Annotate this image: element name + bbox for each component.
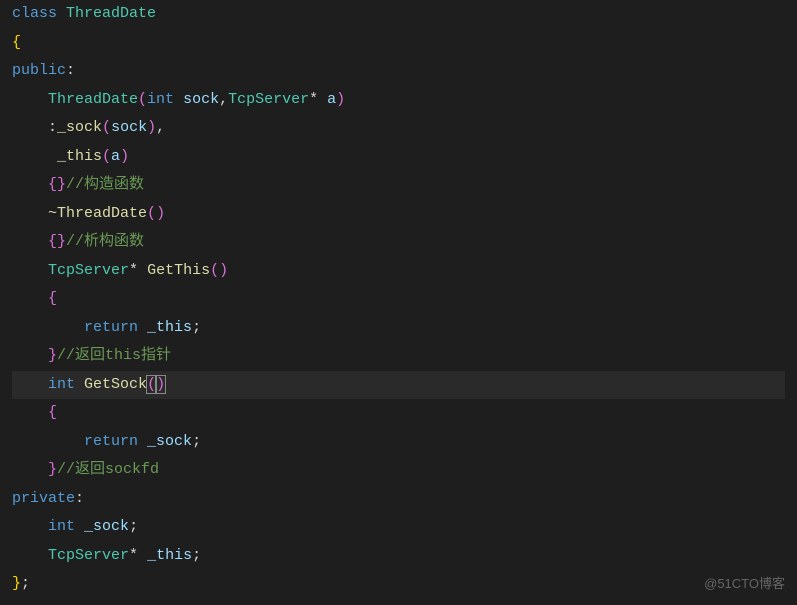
pointer-star: *	[309, 91, 318, 108]
code-line-13: }//返回this指针	[12, 342, 785, 371]
param-sock: sock	[111, 119, 147, 136]
open-brace: {	[12, 34, 21, 51]
param-sock: sock	[183, 91, 219, 108]
class-name: ThreadDate	[66, 5, 156, 22]
paren-close: )	[120, 148, 129, 165]
semicolon: ;	[129, 518, 138, 535]
brace-open: {	[48, 233, 57, 250]
paren-close: )	[336, 91, 345, 108]
func-getsock: GetSock	[84, 376, 147, 393]
comment-getthis: //返回this指针	[57, 347, 171, 364]
keyword-return: return	[84, 319, 138, 336]
init-this: _this	[57, 148, 102, 165]
code-line-21: };	[12, 570, 785, 599]
code-line-5: :_sock(sock),	[12, 114, 785, 143]
type-int: int	[48, 376, 75, 393]
paren-close: )	[219, 262, 228, 279]
colon: :	[75, 490, 84, 507]
keyword-public: public	[12, 62, 66, 79]
paren-open: (	[138, 91, 147, 108]
code-line-2: {	[12, 29, 785, 58]
var-sock: _sock	[147, 433, 192, 450]
comment-ctor: //构造函数	[66, 176, 144, 193]
code-line-20: TcpServer* _this;	[12, 542, 785, 571]
func-getthis: GetThis	[147, 262, 210, 279]
code-line-14-highlighted: int GetSock()	[12, 371, 785, 400]
code-line-16: return _sock;	[12, 428, 785, 457]
semicolon: ;	[192, 433, 201, 450]
semicolon: ;	[21, 575, 30, 592]
brace-close: }	[48, 461, 57, 478]
pointer-star: *	[129, 547, 138, 564]
code-line-12: return _this;	[12, 314, 785, 343]
code-line-11: {	[12, 285, 785, 314]
brace-open: {	[48, 404, 57, 421]
paren-open: (	[210, 262, 219, 279]
semicolon: ;	[192, 547, 201, 564]
code-line-17: }//返回sockfd	[12, 456, 785, 485]
brace-open: {	[48, 176, 57, 193]
keyword-class: class	[12, 5, 57, 22]
code-line-7: {}//构造函数	[12, 171, 785, 200]
close-brace: }	[12, 575, 21, 592]
colon: :	[66, 62, 75, 79]
param-a: a	[111, 148, 120, 165]
type-int: int	[147, 91, 174, 108]
keyword-return: return	[84, 433, 138, 450]
paren-open: (	[102, 119, 111, 136]
comma: ,	[219, 91, 228, 108]
type-tcpserver: TcpServer	[48, 547, 129, 564]
paren-close: )	[147, 119, 156, 136]
brace-close: }	[57, 176, 66, 193]
brace-open: {	[48, 290, 57, 307]
code-line-4: ThreadDate(int sock,TcpServer* a)	[12, 86, 785, 115]
paren-close: )	[155, 375, 166, 394]
paren-open: (	[102, 148, 111, 165]
comma: ,	[156, 119, 165, 136]
paren-close: )	[156, 205, 165, 222]
pointer-star: *	[129, 262, 138, 279]
ctor-name: ThreadDate	[48, 91, 138, 108]
type-tcpserver: TcpServer	[228, 91, 309, 108]
member-sock: _sock	[84, 518, 129, 535]
code-line-6: _this(a)	[12, 143, 785, 172]
code-line-3: public:	[12, 57, 785, 86]
comment-getsock: //返回sockfd	[57, 461, 159, 478]
init-sock: _sock	[57, 119, 102, 136]
code-line-1: class ThreadDate	[12, 0, 785, 29]
member-this: _this	[147, 547, 192, 564]
dtor-name: ~ThreadDate	[48, 205, 147, 222]
code-line-15: {	[12, 399, 785, 428]
code-line-18: private:	[12, 485, 785, 514]
comment-dtor: //析构函数	[66, 233, 144, 250]
type-int: int	[48, 518, 75, 535]
code-line-10: TcpServer* GetThis()	[12, 257, 785, 286]
paren-open: (	[147, 205, 156, 222]
keyword-private: private	[12, 490, 75, 507]
var-this: _this	[147, 319, 192, 336]
colon: :	[48, 119, 57, 136]
semicolon: ;	[192, 319, 201, 336]
brace-close: }	[48, 347, 57, 364]
brace-close: }	[57, 233, 66, 250]
code-line-8: ~ThreadDate()	[12, 200, 785, 229]
code-line-9: {}//析构函数	[12, 228, 785, 257]
param-a: a	[327, 91, 336, 108]
type-tcpserver: TcpServer	[48, 262, 129, 279]
code-line-19: int _sock;	[12, 513, 785, 542]
watermark-text: @51CTO博客	[704, 572, 785, 597]
